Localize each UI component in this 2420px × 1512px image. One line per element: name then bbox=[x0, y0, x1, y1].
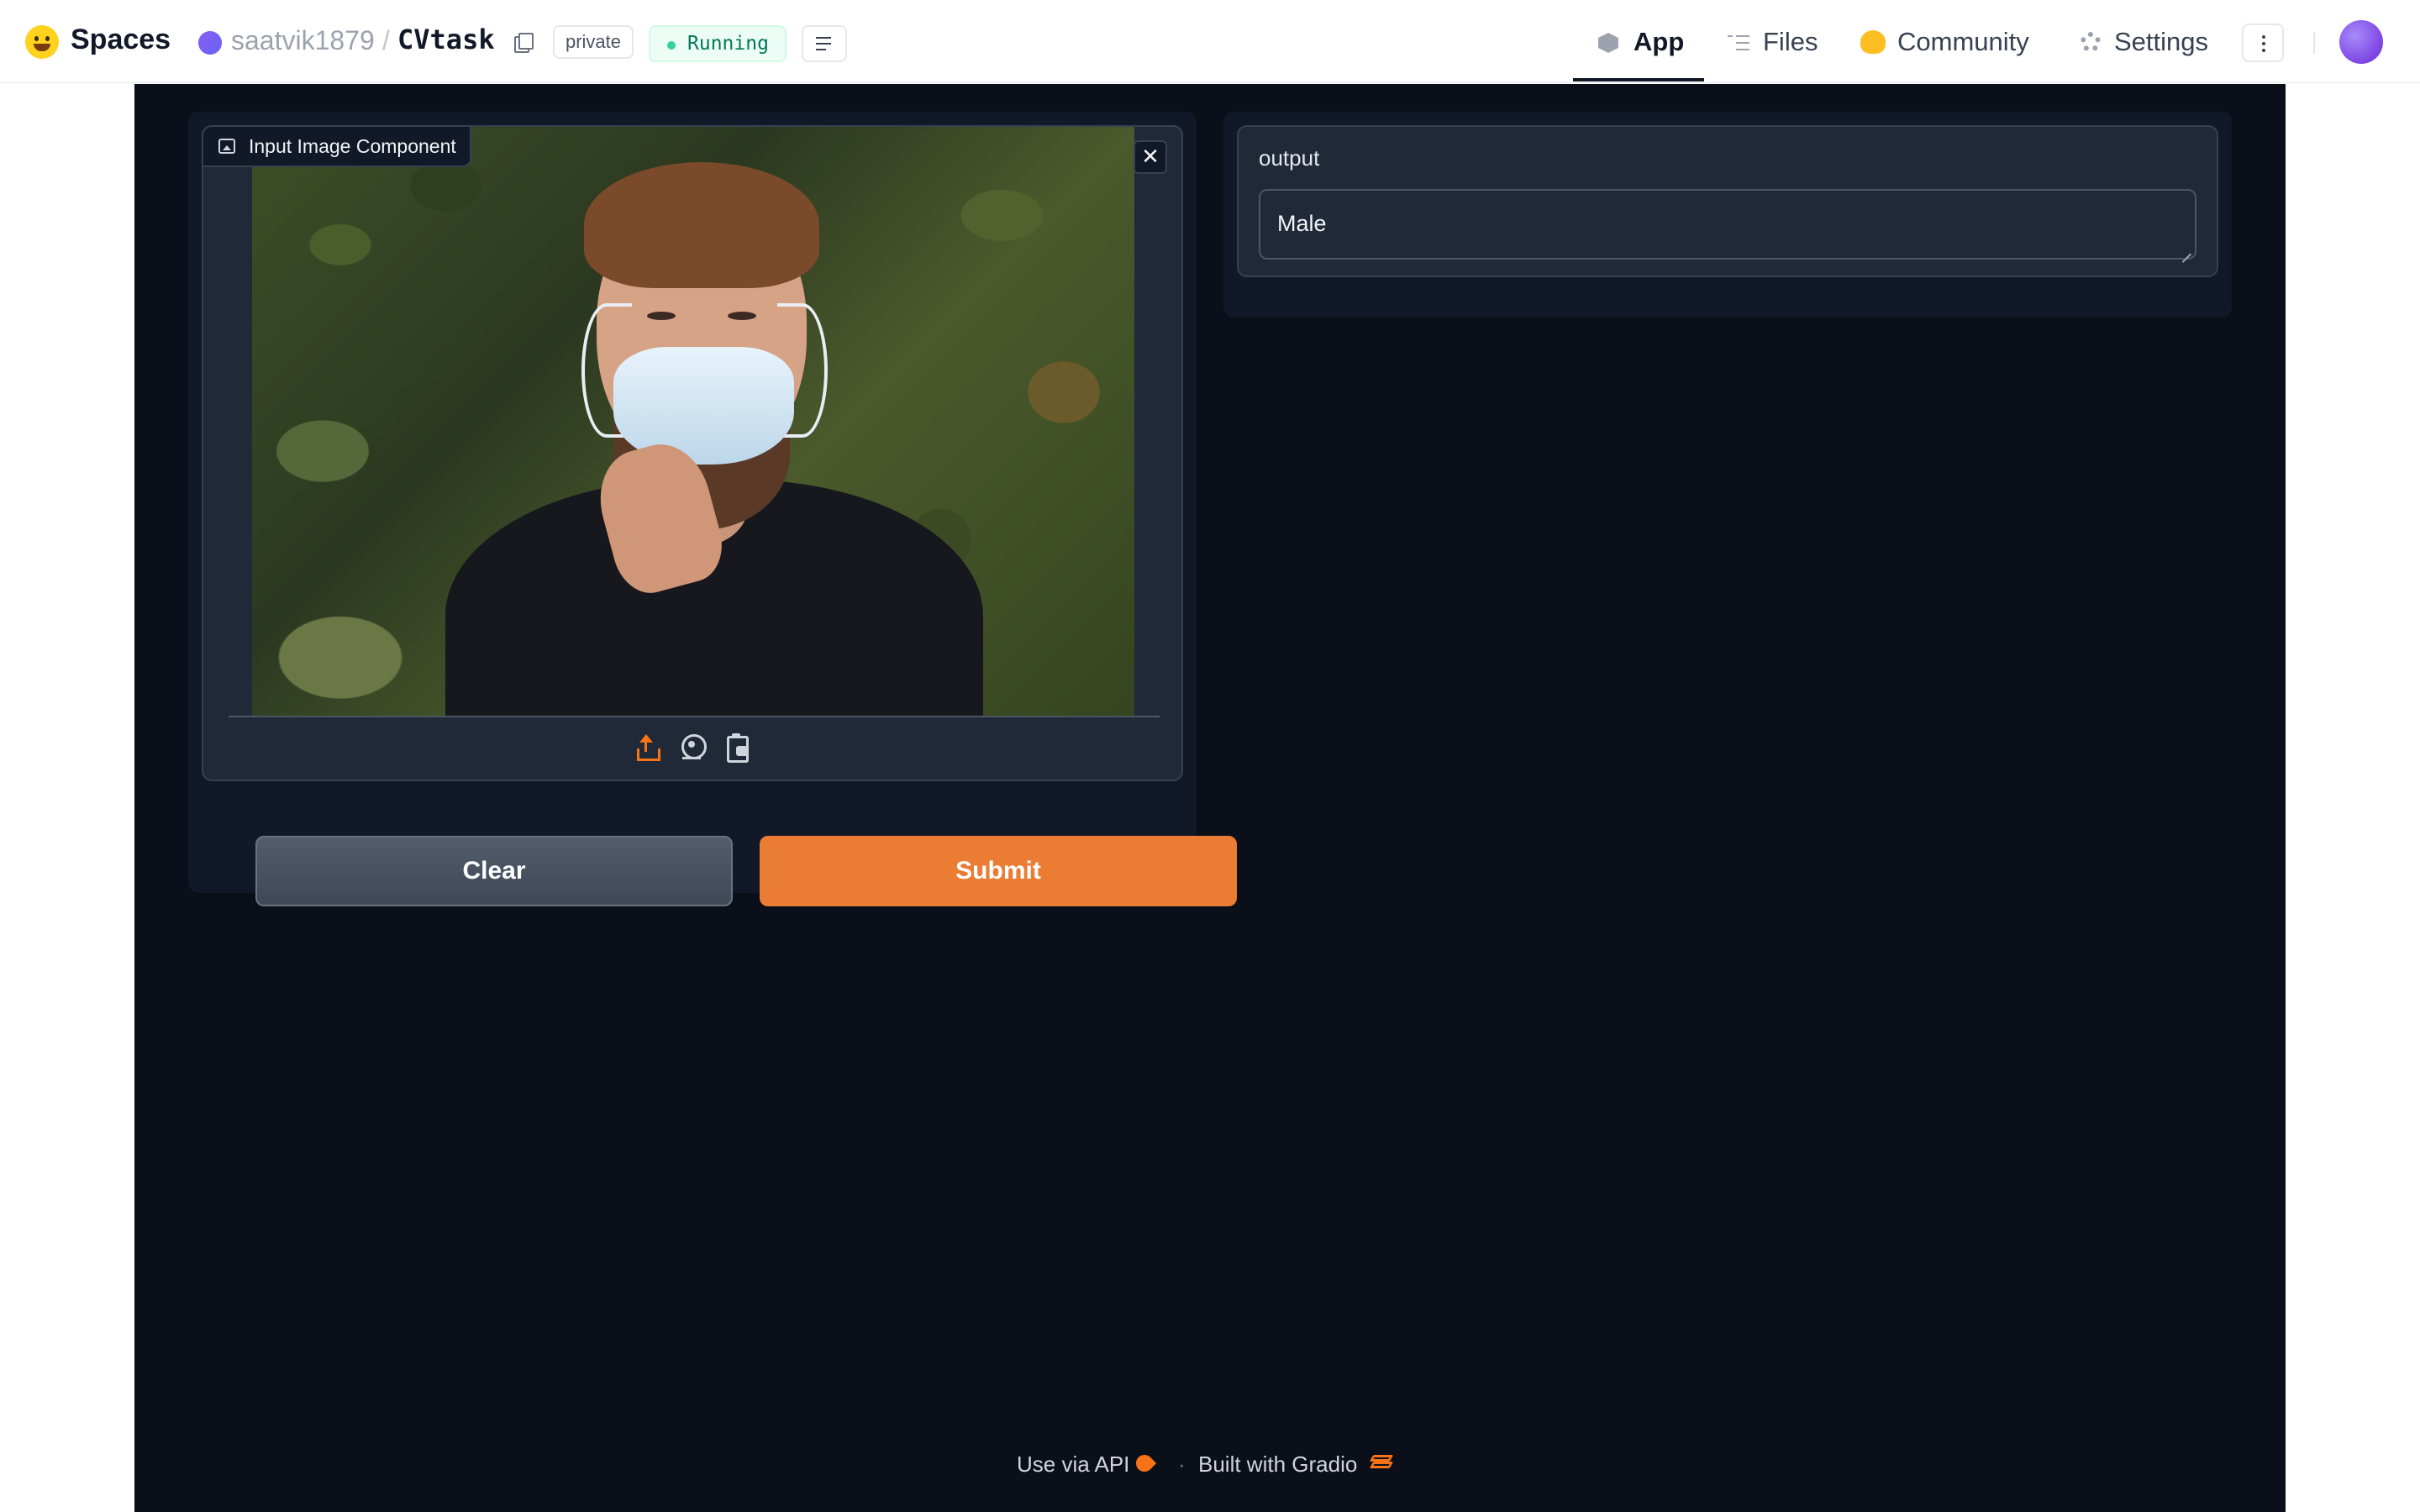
gear-icon bbox=[2081, 32, 2101, 52]
more-options-button[interactable] bbox=[2242, 24, 2284, 62]
clear-button[interactable]: Clear bbox=[255, 836, 733, 906]
spaces-link[interactable]: Spaces bbox=[71, 24, 171, 56]
owner-link[interactable]: saatvik1879 bbox=[231, 25, 375, 56]
status-dot-icon bbox=[667, 41, 676, 50]
input-panel: Input Image Component ✕ Clear Submit bbox=[188, 112, 1237, 906]
output-label: output bbox=[1259, 145, 1320, 171]
gradio-logo-icon bbox=[1369, 1455, 1394, 1472]
tab-app-label: App bbox=[1634, 27, 1685, 56]
path-separator: / bbox=[382, 25, 390, 55]
output-panel: output Male bbox=[1223, 112, 2232, 318]
footer: Use via API · Built with Gradio bbox=[134, 1451, 2286, 1485]
webcam-icon[interactable] bbox=[679, 733, 709, 764]
status-label: Running bbox=[687, 33, 769, 55]
visibility-badge: private bbox=[553, 25, 634, 59]
output-value: Male bbox=[1277, 211, 1327, 236]
image-input-label-text: Input Image Component bbox=[249, 135, 456, 157]
gradio-app: Input Image Component ✕ Clear Submit out… bbox=[134, 84, 2286, 1512]
logs-button[interactable] bbox=[802, 25, 847, 62]
cube-icon bbox=[1598, 33, 1618, 53]
input-image bbox=[252, 127, 1134, 717]
output-component: output Male bbox=[1237, 125, 2218, 277]
image-input-component[interactable]: Input Image Component ✕ bbox=[202, 125, 1183, 781]
status-badge[interactable]: Running bbox=[649, 25, 786, 62]
user-avatar[interactable] bbox=[2339, 20, 2383, 64]
owner-avatar bbox=[198, 31, 222, 55]
top-header: Spaces saatvik1879 / CVtask private Runn… bbox=[0, 0, 2420, 83]
resize-handle-icon[interactable] bbox=[2180, 243, 2191, 255]
tab-community-label: Community bbox=[1897, 27, 2029, 56]
use-via-api-link[interactable]: Use via API bbox=[1017, 1452, 1129, 1478]
clear-image-button[interactable]: ✕ bbox=[1134, 140, 1167, 174]
tab-files-label: Files bbox=[1763, 27, 1818, 56]
active-tab-indicator bbox=[1573, 78, 1704, 81]
image-input-label: Input Image Component bbox=[203, 127, 471, 167]
tab-settings-label: Settings bbox=[2114, 27, 2209, 56]
copy-icon[interactable] bbox=[514, 33, 534, 53]
footer-separator: · bbox=[1178, 1452, 1186, 1477]
files-icon bbox=[1728, 34, 1751, 52]
image-icon bbox=[218, 139, 235, 154]
repo-name-link[interactable]: CVtask bbox=[397, 24, 495, 55]
built-with-gradio-link[interactable]: Built with Gradio bbox=[1198, 1452, 1357, 1478]
rocket-icon bbox=[1132, 1451, 1157, 1476]
community-icon bbox=[1860, 30, 1886, 54]
clipboard-icon[interactable] bbox=[724, 733, 755, 764]
header-divider bbox=[2313, 32, 2315, 54]
toolbar-divider bbox=[229, 716, 1160, 717]
huggingface-logo-icon[interactable] bbox=[25, 25, 59, 59]
output-textbox[interactable]: Male bbox=[1259, 189, 2196, 260]
upload-icon[interactable] bbox=[634, 733, 664, 764]
submit-button[interactable]: Submit bbox=[760, 836, 1237, 906]
